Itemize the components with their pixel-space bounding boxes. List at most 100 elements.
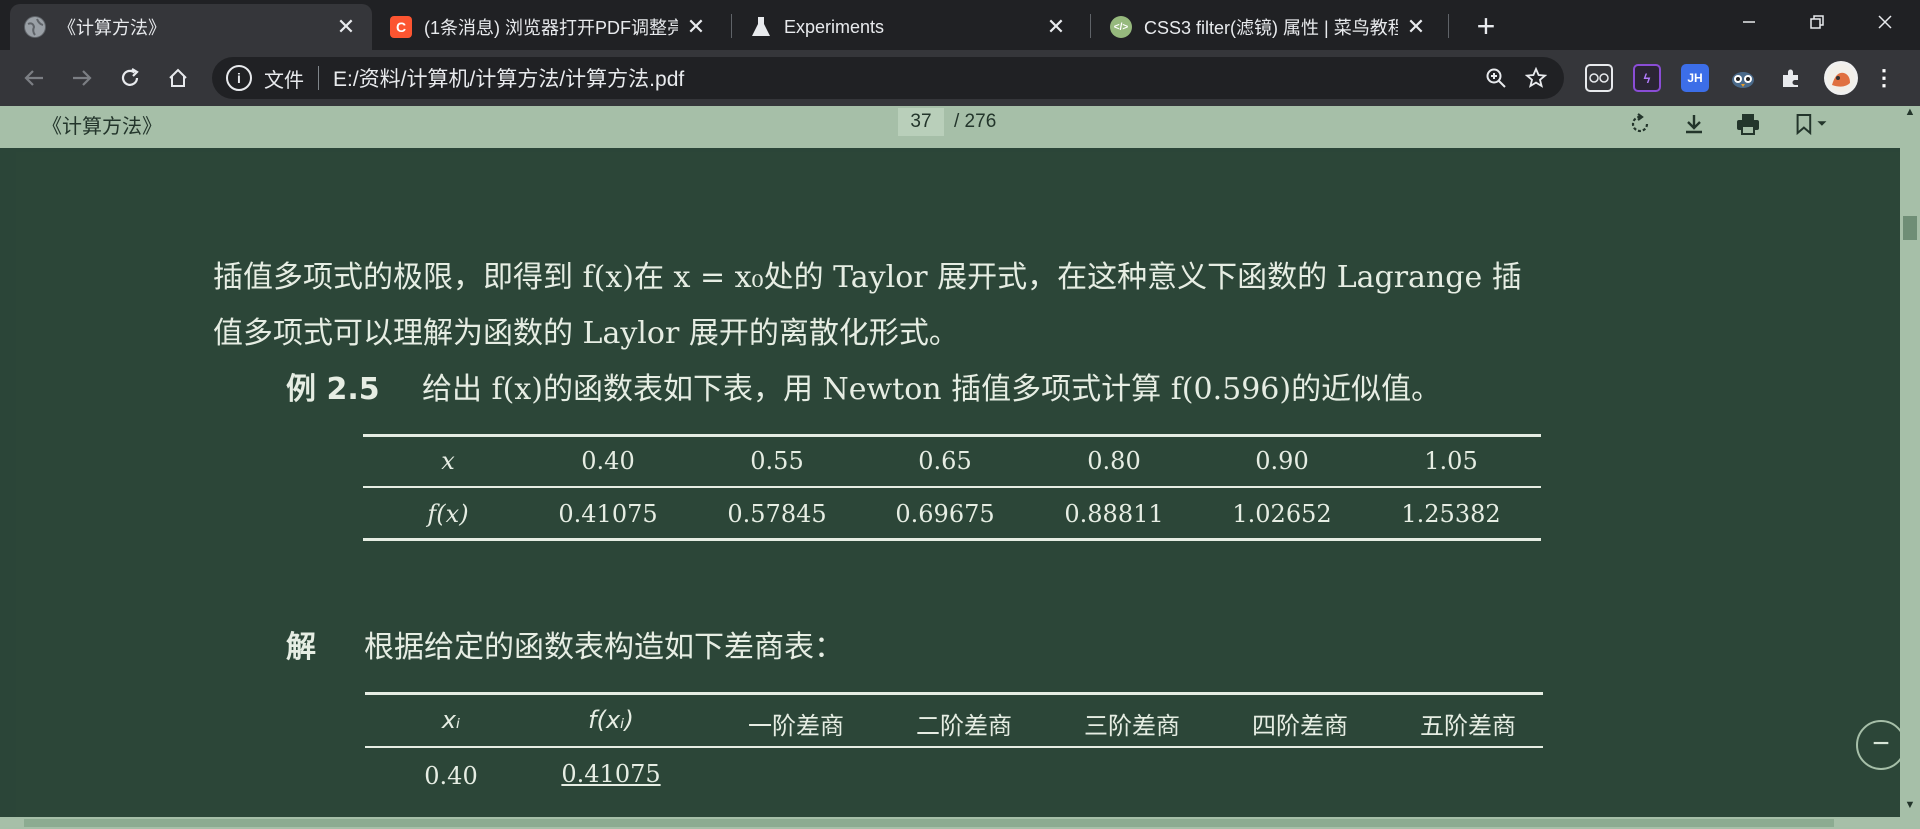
- table2-header-cell: 二阶差商: [916, 712, 1012, 740]
- tab-title: 《计算方法》: [58, 18, 166, 38]
- restore-button[interactable]: [1782, 0, 1852, 44]
- forward-button[interactable]: [62, 58, 102, 98]
- close-tab-icon[interactable]: ✕: [334, 14, 358, 40]
- restore-icon: [1810, 15, 1824, 29]
- star-icon[interactable]: [1516, 58, 1556, 98]
- print-button[interactable]: [1730, 108, 1766, 140]
- paragraph-line-2: 值多项式可以理解为函数的 Laylor 展开的离散化形式。: [213, 316, 959, 351]
- table2-cell: 0.41075: [561, 760, 661, 788]
- reload-button[interactable]: [110, 58, 150, 98]
- close-tab-icon[interactable]: ✕: [684, 14, 708, 40]
- table1-x-cell: 0.80: [1087, 447, 1141, 475]
- example-text: 给出 f(x)的函数表如下表，用 Newton 插值多项式计算 f(0.596)…: [422, 372, 1442, 407]
- table1-x-cell: 0.40: [581, 447, 635, 475]
- tab-title: (1条消息) 浏览器打开PDF调整亮: [424, 18, 678, 38]
- pdf-page: 插值多项式的极限，即得到 f(x)在 x = x₀处的 Taylor 展开式，在…: [16, 152, 1900, 822]
- scroll-up-arrow-icon[interactable]: ▲: [1900, 106, 1920, 122]
- close-tab-icon[interactable]: ✕: [1404, 14, 1428, 40]
- browser-toolbar: i 文件 E:/资料/计算机/计算方法/计算方法.pdf ϟ JH ⋮: [0, 50, 1920, 106]
- download-button[interactable]: [1676, 108, 1712, 140]
- extension-bolt-icon[interactable]: ϟ: [1633, 64, 1661, 92]
- tab-title: CSS3 filter(滤镜) 属性 | 菜鸟教程: [1144, 18, 1398, 38]
- paragraph-line-1: 插值多项式的极限，即得到 f(x)在 x = x₀处的 Taylor 展开式，在…: [213, 260, 1522, 295]
- solution-label: 解: [286, 630, 316, 665]
- extension-glasses-icon[interactable]: [1585, 64, 1613, 92]
- horizontal-scroll-thumb[interactable]: [24, 819, 1834, 827]
- flask-icon: [750, 16, 772, 38]
- tab-pdf[interactable]: 《计算方法》 ✕: [10, 4, 372, 50]
- table2-header-cell: 一阶差商: [748, 712, 844, 740]
- table1-row1-header: x: [441, 447, 455, 475]
- page-total: / 276: [954, 111, 997, 132]
- tab-csdn[interactable]: C (1条消息) 浏览器打开PDF调整亮 ✕: [376, 4, 722, 50]
- tab-separator: [1448, 14, 1449, 38]
- tab-separator: [731, 14, 732, 38]
- horizontal-scrollbar[interactable]: [0, 817, 1900, 829]
- close-window-button[interactable]: [1850, 0, 1920, 44]
- table1-fx-cell: 0.41075: [558, 500, 658, 528]
- tab-title: Experiments: [784, 16, 885, 37]
- avatar-icon: [1827, 64, 1855, 92]
- tab-runoob[interactable]: </> CSS3 filter(滤镜) 属性 | 菜鸟教程 ✕: [1096, 4, 1442, 50]
- home-button[interactable]: [158, 58, 198, 98]
- info-icon[interactable]: i: [226, 65, 252, 91]
- vertical-scroll-thumb[interactable]: [1903, 216, 1917, 240]
- arrow-left-icon: [24, 70, 43, 86]
- table2-header-cell: 四阶差商: [1252, 712, 1348, 740]
- solution-text: 根据给定的函数表构造如下差商表：: [364, 630, 844, 665]
- example-label: 例 2.5: [286, 372, 380, 407]
- puzzle-icon[interactable]: [1777, 64, 1805, 92]
- table1-mid-rule: [363, 486, 1541, 488]
- scroll-down-arrow-icon[interactable]: ▼: [1900, 799, 1920, 815]
- bookmark-button[interactable]: [1794, 108, 1830, 140]
- menu-icon[interactable]: ⋮: [1870, 64, 1898, 92]
- rotate-button[interactable]: [1622, 108, 1658, 140]
- bookmark-icon: [1796, 114, 1827, 136]
- page-number-input[interactable]: 37: [898, 108, 944, 136]
- page-selector: 37 / 276: [898, 108, 996, 136]
- tab-experiments[interactable]: Experiments ✕: [736, 4, 1082, 50]
- table2-mid-rule: [365, 746, 1543, 748]
- extension-jh-icon[interactable]: JH: [1681, 64, 1709, 92]
- rotate-icon: [1631, 113, 1649, 133]
- zoom-out-button[interactable]: −: [1856, 720, 1906, 770]
- csdn-icon: C: [390, 16, 412, 38]
- close-icon: [1878, 15, 1892, 29]
- table2-top-rule: [365, 692, 1543, 695]
- minimize-icon: [1743, 21, 1755, 23]
- tab-separator: [1090, 14, 1091, 38]
- table1-fx-cell: 1.02652: [1232, 500, 1332, 528]
- minimize-button[interactable]: [1714, 0, 1784, 44]
- extension-jh-label: JH: [1687, 71, 1703, 85]
- table2-header-cell: 五阶差商: [1420, 712, 1516, 740]
- extension-owl-icon[interactable]: [1729, 64, 1757, 92]
- address-bar[interactable]: i 文件 E:/资料/计算机/计算方法/计算方法.pdf: [212, 57, 1564, 99]
- table1-fx-cell: 0.88811: [1064, 500, 1164, 528]
- table1-top-rule: [363, 434, 1541, 437]
- scheme-label: 文件: [264, 69, 304, 92]
- home-icon: [169, 68, 187, 87]
- table1-bottom-rule: [363, 538, 1541, 541]
- download-icon: [1686, 115, 1702, 134]
- table1-x-cell: 0.65: [918, 447, 972, 475]
- new-tab-button[interactable]: +: [1466, 6, 1506, 46]
- table1-fx-cell: 0.69675: [895, 500, 995, 528]
- avatar[interactable]: [1824, 61, 1858, 95]
- runoob-icon: </>: [1110, 16, 1132, 38]
- zoom-icon[interactable]: [1476, 58, 1516, 98]
- table1-x-cell: 0.55: [750, 447, 804, 475]
- back-button[interactable]: [14, 58, 54, 98]
- table2-header-cell: xᵢ: [441, 706, 461, 734]
- table2-header-cell: 三阶差商: [1084, 712, 1180, 740]
- pdf-toolbar: 《计算方法》 37 / 276: [0, 106, 1900, 148]
- tab-strip: 《计算方法》 ✕ C (1条消息) 浏览器打开PDF调整亮 ✕ Experime…: [0, 0, 1920, 50]
- address-separator: [318, 66, 319, 90]
- table1-x-cell: 1.05: [1424, 447, 1478, 475]
- pdf-title: 《计算方法》: [42, 116, 162, 138]
- table2-header-cell: f(xᵢ): [588, 706, 634, 734]
- arrow-right-icon: [73, 70, 92, 86]
- reload-icon: [121, 68, 139, 86]
- vertical-scrollbar[interactable]: ▲ ▼: [1900, 106, 1920, 829]
- url-text[interactable]: E:/资料/计算机/计算方法/计算方法.pdf: [333, 63, 1476, 93]
- close-tab-icon[interactable]: ✕: [1044, 14, 1068, 40]
